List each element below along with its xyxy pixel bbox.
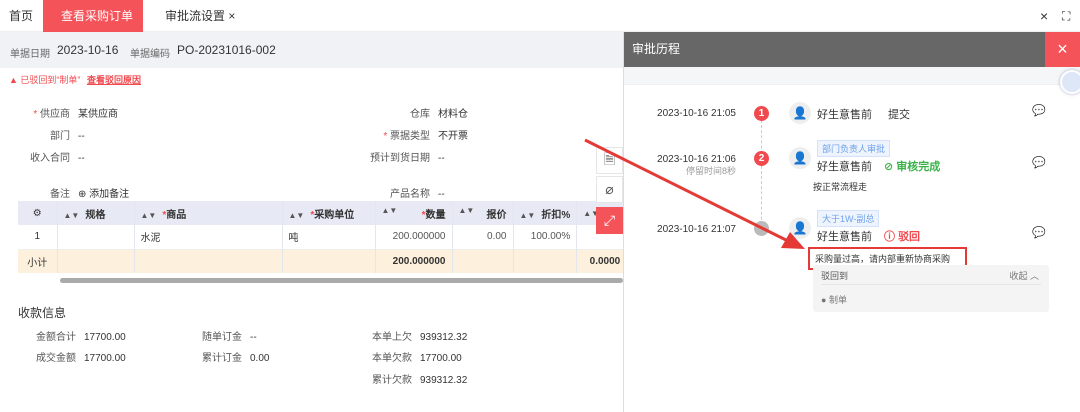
annotation-arrow [584,138,805,249]
